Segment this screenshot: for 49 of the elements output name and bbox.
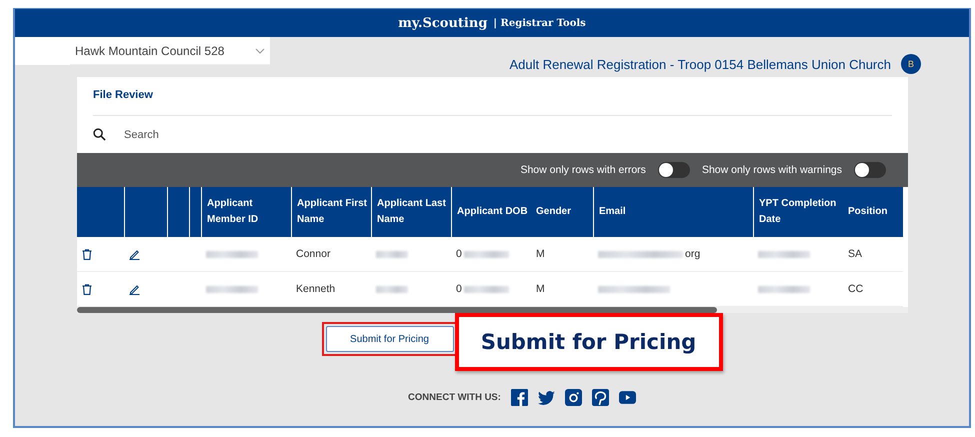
- table-cell: org: [685, 248, 700, 260]
- facebook-icon[interactable]: [510, 389, 528, 406]
- blurred-text: [206, 286, 258, 292]
- blurred-text: [758, 250, 810, 258]
- instagram-icon[interactable]: [564, 389, 582, 406]
- column-header[interactable]: YPT Completion Date: [753, 187, 843, 237]
- chevron-down-icon: [255, 48, 265, 54]
- column-header[interactable]: Position: [843, 187, 903, 237]
- blurred-text: [758, 286, 810, 292]
- blurred-text: [464, 286, 509, 292]
- callout-label: Submit for Pricing: [454, 313, 722, 371]
- blurred-text: [206, 250, 258, 258]
- filter-label: Show only rows with errors: [520, 164, 646, 176]
- scrollbar-thumb[interactable]: [77, 307, 717, 313]
- pencil-icon[interactable]: [129, 248, 140, 260]
- user-avatar[interactable]: B: [901, 54, 921, 74]
- blurred-text: [376, 286, 408, 292]
- blurred-text: [376, 250, 408, 258]
- pencil-icon[interactable]: [129, 284, 140, 294]
- search-field[interactable]: Search: [122, 128, 426, 142]
- column-header[interactable]: Applicant DOB: [451, 187, 531, 237]
- connect-label: CONNECT WITH US:: [408, 392, 501, 403]
- table-cell: 0: [456, 248, 462, 260]
- youtube-icon[interactable]: [618, 389, 636, 406]
- blurred-text: [464, 250, 509, 258]
- trash-icon[interactable]: [82, 284, 92, 294]
- column-header: [77, 187, 124, 237]
- table-cell: 0: [456, 283, 462, 295]
- table-cell: SA: [843, 237, 903, 272]
- column-header[interactable]: Applicant Last Name: [371, 187, 451, 237]
- card-title: File Review: [92, 88, 154, 103]
- section-title: | Registrar Tools: [493, 18, 586, 28]
- toggle-switch[interactable]: [658, 162, 690, 178]
- search-icon: [93, 128, 106, 141]
- submit-button[interactable]: Submit for Pricing: [326, 326, 454, 352]
- column-header[interactable]: Email: [593, 187, 753, 237]
- brand-logo[interactable]: my.Scouting: [398, 16, 488, 30]
- toggle-switch[interactable]: [854, 162, 886, 178]
- table-cell: Connor: [291, 237, 371, 272]
- column-header[interactable]: Applicant Member ID: [201, 187, 291, 237]
- column-header[interactable]: Gender: [531, 187, 593, 237]
- twitter-icon[interactable]: [538, 389, 555, 406]
- filter-label: Show only rows with warnings: [702, 164, 842, 176]
- trash-icon[interactable]: [82, 248, 92, 260]
- table-cell: M: [531, 237, 593, 272]
- blurred-text: [598, 286, 670, 292]
- column-header[interactable]: Applicant First Name: [291, 187, 371, 237]
- pinterest-icon[interactable]: [592, 389, 609, 406]
- page-title: Adult Renewal Registration - Troop 0154 Bellemans Union Church: [509, 56, 891, 72]
